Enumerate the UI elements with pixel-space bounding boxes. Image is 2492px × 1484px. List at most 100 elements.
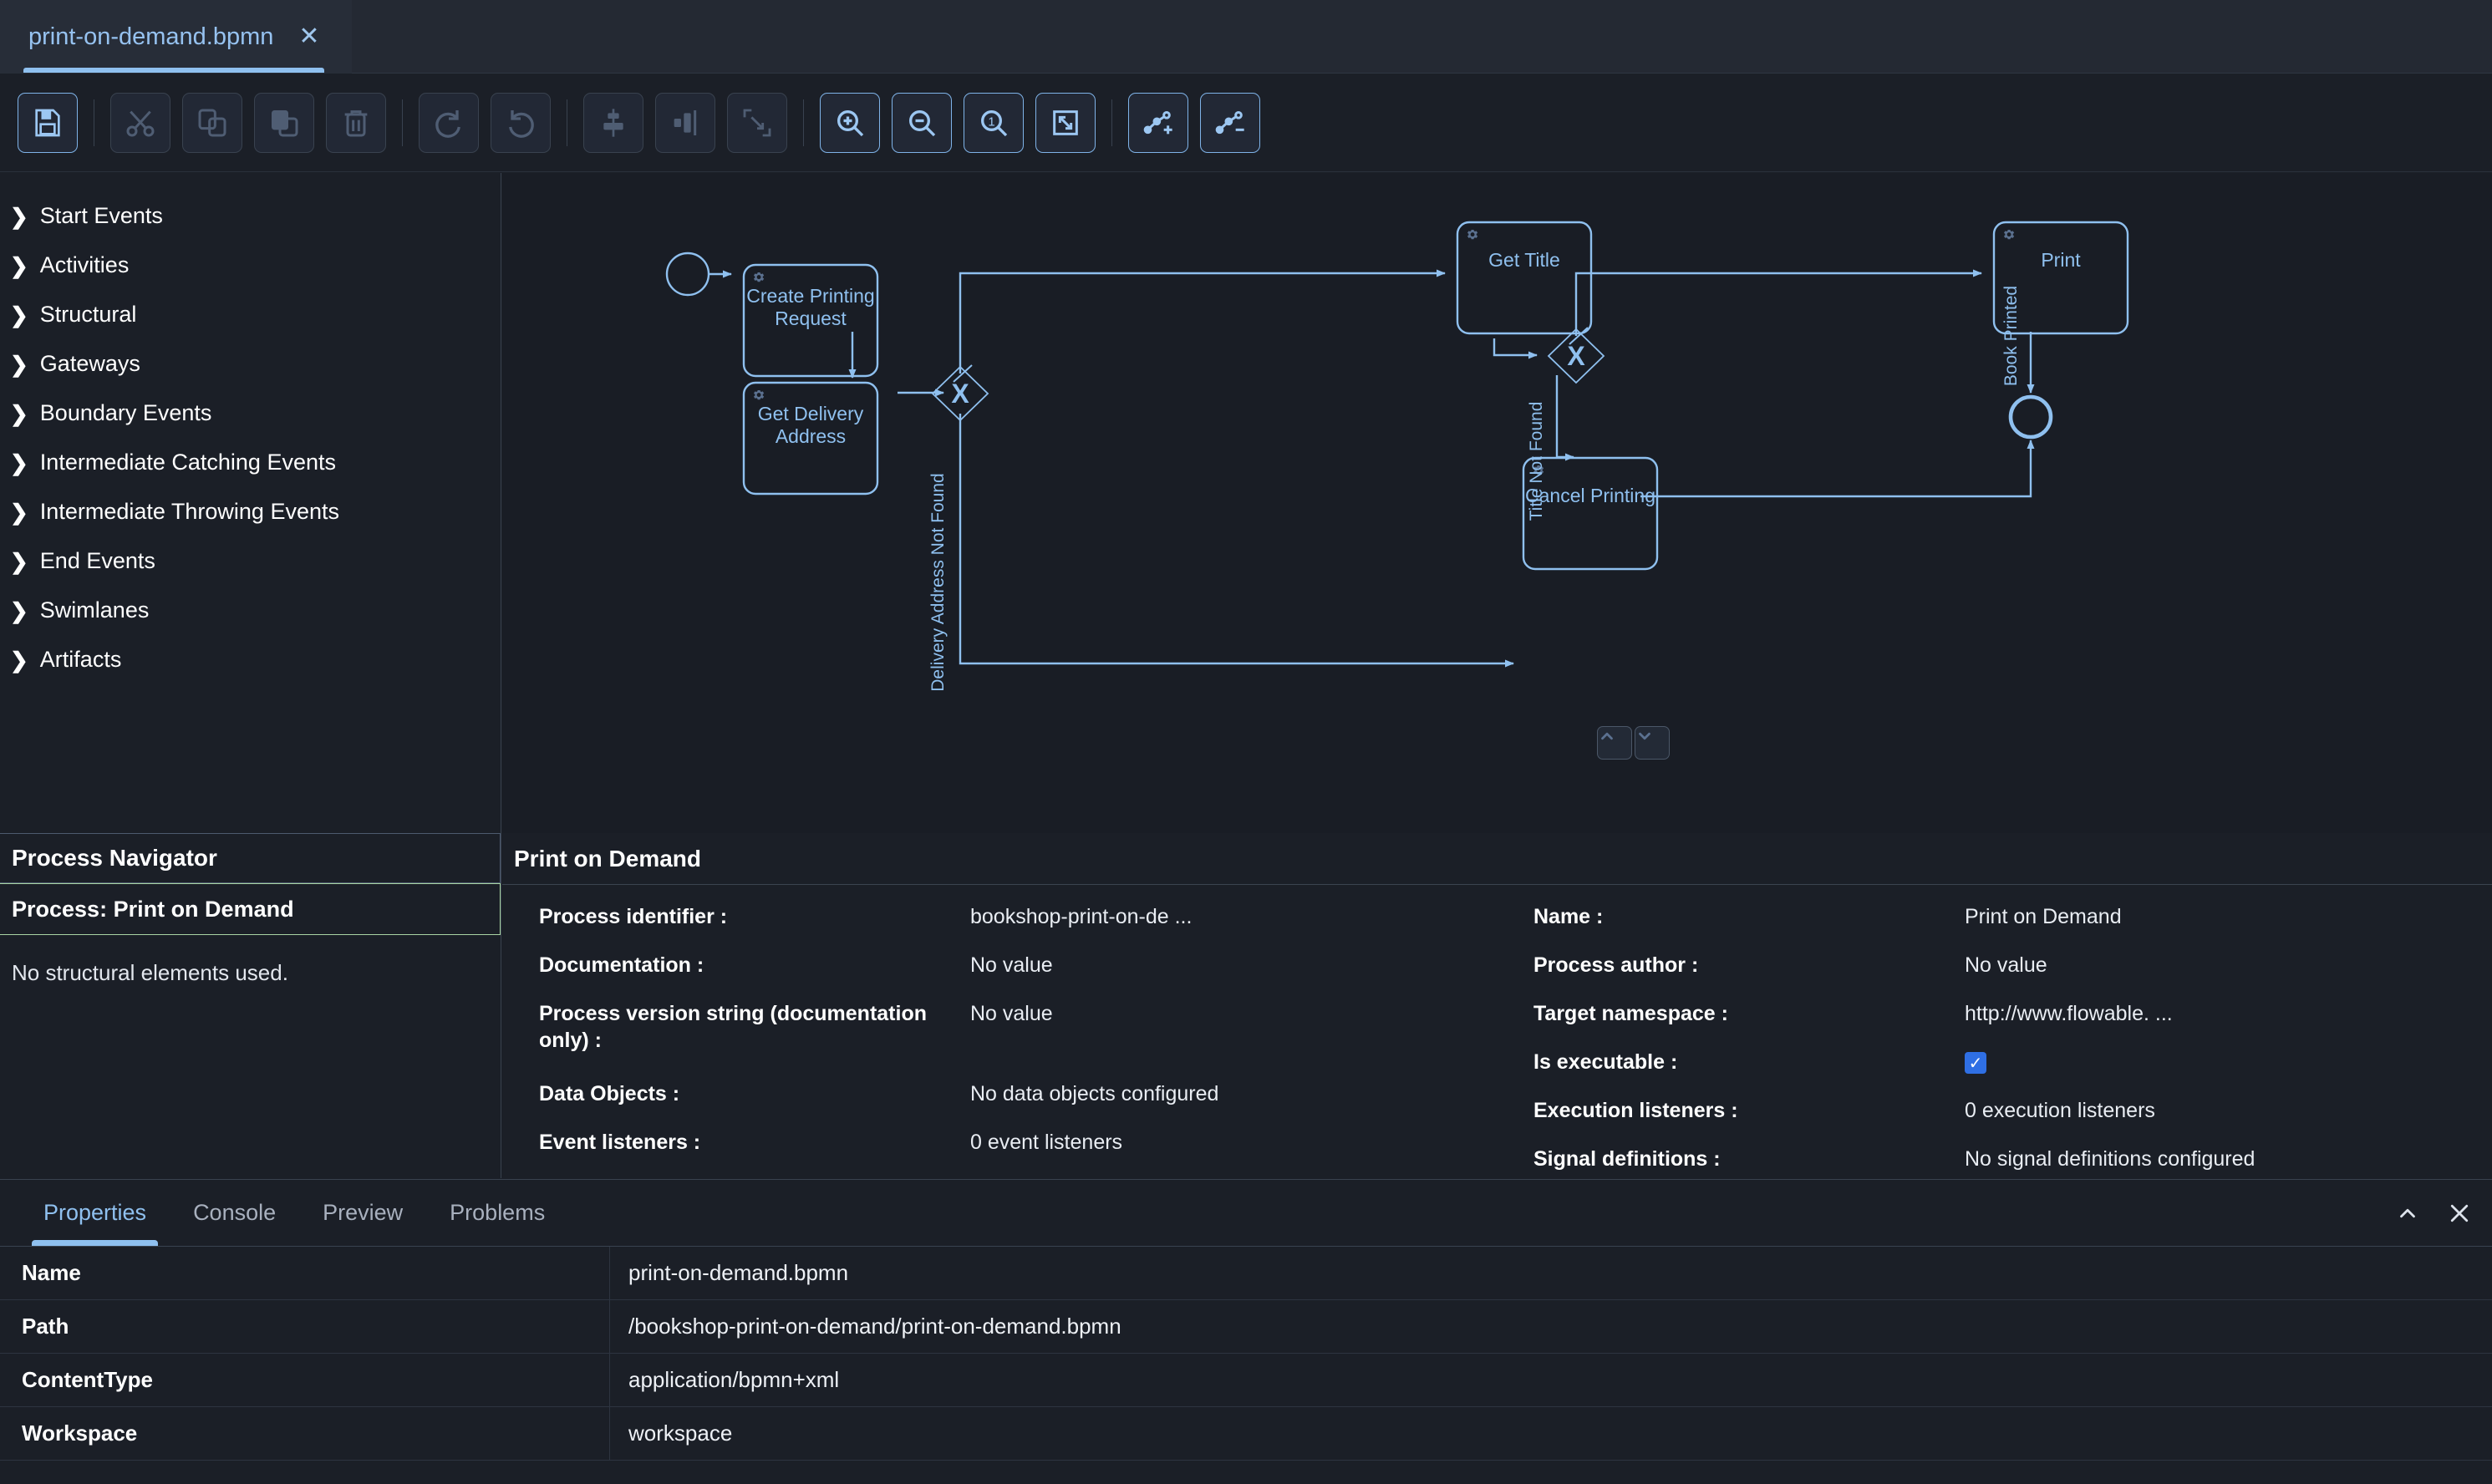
palette-item-label: Artifacts xyxy=(39,647,122,672)
property-value: No signal definitions configured xyxy=(1965,1147,2256,1171)
property-key: Target namespace : xyxy=(1533,1002,1728,1025)
svg-text:Get Title: Get Title xyxy=(1488,249,1560,271)
chevron-up-icon xyxy=(2400,1208,2415,1217)
palette-item-gateways[interactable]: ❯ Gateways xyxy=(0,339,501,389)
property-value: http://www.flowable. ... xyxy=(1965,1002,2173,1025)
chevron-right-icon: ❯ xyxy=(10,252,28,278)
element-properties-title: Print on Demand xyxy=(514,845,702,872)
table-row[interactable]: Name print-on-demand.bpmn xyxy=(0,1247,2492,1300)
table-cell-value: application/bpmn+xml xyxy=(628,1367,840,1392)
property-row-signal-definitions[interactable]: Signal definitions : No signal definitio… xyxy=(1497,1141,2491,1178)
property-row-documentation[interactable]: Documentation : No value xyxy=(502,947,1497,995)
delete-button[interactable] xyxy=(326,93,386,153)
process-navigator-header: Process Navigator xyxy=(0,833,501,883)
close-icon[interactable]: ✕ xyxy=(295,23,323,51)
palette-item-start-events[interactable]: ❯ Start Events xyxy=(0,191,501,241)
add-bendpoint-button[interactable] xyxy=(1128,93,1188,153)
align-horizontal-button[interactable] xyxy=(655,93,715,153)
gear-icon xyxy=(1467,230,1478,240)
palette-item-intermediate-catching-events[interactable]: ❯ Intermediate Catching Events xyxy=(0,438,501,487)
tab-problems[interactable]: Problems xyxy=(426,1180,568,1246)
property-row-name[interactable]: Name : Print on Demand xyxy=(1497,898,2491,947)
property-key: Process identifier : xyxy=(539,905,728,928)
table-row[interactable]: ContentType application/bpmn+xml xyxy=(0,1354,2492,1407)
toolbar-separator xyxy=(1111,99,1112,146)
property-row-process-version-string[interactable]: Process version string (documentation on… xyxy=(502,995,1497,1075)
tab-label: Console xyxy=(193,1200,277,1225)
cut-button[interactable] xyxy=(110,93,170,153)
process-navigator-title: Process Navigator xyxy=(12,845,217,871)
scroll-up-button[interactable] xyxy=(1597,726,1632,760)
paste-button[interactable] xyxy=(254,93,314,153)
palette-item-label: Gateways xyxy=(39,351,140,376)
close-panel-button[interactable] xyxy=(2447,1201,2472,1226)
property-key: Documentation : xyxy=(539,953,704,977)
tab-label: Preview xyxy=(323,1200,404,1225)
property-key: Execution listeners : xyxy=(1533,1099,1738,1122)
is-executable-checkbox[interactable]: ✓ xyxy=(1965,1052,1986,1074)
bpmn-start-event xyxy=(665,252,710,297)
property-row-process-author[interactable]: Process author : No value xyxy=(1497,947,2491,995)
palette-item-intermediate-throwing-events[interactable]: ❯ Intermediate Throwing Events xyxy=(0,487,501,536)
close-icon xyxy=(2450,1204,2469,1222)
align-vertical-button[interactable] xyxy=(583,93,643,153)
palette-item-end-events[interactable]: ❯ End Events xyxy=(0,536,501,586)
bpmn-flow-label-book-printed: Book Printed xyxy=(2001,286,2021,386)
palette-item-activities[interactable]: ❯ Activities xyxy=(0,241,501,290)
bpmn-diagram-canvas[interactable]: Create Printing Request Get Delivery Addre… xyxy=(502,173,2492,833)
remove-bendpoint-button[interactable] xyxy=(1200,93,1260,153)
property-value: No data objects configured xyxy=(970,1082,1219,1105)
editor-tab-print-on-demand[interactable]: print-on-demand.bpmn ✕ xyxy=(0,0,352,74)
process-navigator-selected-label: Process: Print on Demand xyxy=(12,896,294,922)
gear-icon xyxy=(753,272,765,282)
property-row-execution-listeners[interactable]: Execution listeners : 0 execution listen… xyxy=(1497,1092,2491,1141)
palette-item-label: Boundary Events xyxy=(39,400,212,425)
property-row-process-identifier[interactable]: Process identifier : bookshop-print-on-d… xyxy=(502,898,1497,947)
property-value: No value xyxy=(970,953,1053,977)
redo-button[interactable] xyxy=(419,93,479,153)
zoom-out-button[interactable] xyxy=(892,93,952,153)
svg-text:X: X xyxy=(951,379,969,409)
bottom-panel: Properties Console Preview Problems Name… xyxy=(0,1179,2492,1484)
palette-item-boundary-events[interactable]: ❯ Boundary Events xyxy=(0,389,501,438)
svg-text:X: X xyxy=(1567,341,1585,371)
save-button[interactable] xyxy=(18,93,78,153)
property-row-target-namespace[interactable]: Target namespace : http://www.flowable. … xyxy=(1497,995,2491,1044)
property-row-data-objects[interactable]: Data Objects : No data objects configure… xyxy=(502,1075,1497,1124)
editor-tab-active-indicator xyxy=(23,68,324,73)
property-key: Signal definitions : xyxy=(1533,1147,1721,1171)
element-properties-right-column: Name : Print on Demand Process author : … xyxy=(1497,898,2491,1178)
resize-diagonal-button[interactable] xyxy=(727,93,787,153)
undo-button[interactable] xyxy=(491,93,551,153)
zoom-fit-button[interactable] xyxy=(1035,93,1096,153)
palette-item-label: Start Events xyxy=(39,203,163,228)
zoom-actual-size-button[interactable]: 1 xyxy=(964,93,1024,153)
svg-text:Create PrintingRequest: Create Printing Request xyxy=(746,285,874,329)
table-row[interactable]: Workspace workspace xyxy=(0,1407,2492,1461)
tab-properties[interactable]: Properties xyxy=(20,1180,170,1246)
table-cell-key: Path xyxy=(0,1300,610,1353)
tab-label: Problems xyxy=(450,1200,546,1225)
palette-item-swimlanes[interactable]: ❯ Swimlanes xyxy=(0,586,501,635)
copy-button[interactable] xyxy=(182,93,242,153)
property-key: Event listeners : xyxy=(539,1131,701,1154)
table-row[interactable]: Path /bookshop-print-on-demand/print-on-… xyxy=(0,1300,2492,1354)
chevron-down-icon xyxy=(1639,732,1650,740)
palette-item-structural[interactable]: ❯ Structural xyxy=(0,290,501,339)
tab-console[interactable]: Console xyxy=(170,1180,299,1246)
palette-item-artifacts[interactable]: ❯ Artifacts xyxy=(0,635,501,684)
process-navigator-selected-item[interactable]: Process: Print on Demand xyxy=(0,883,501,935)
tab-preview[interactable]: Preview xyxy=(299,1180,426,1246)
toolbar-separator xyxy=(803,99,804,146)
table-cell-key: Name xyxy=(0,1247,610,1299)
property-key: Process version string (documentation on… xyxy=(539,1002,927,1052)
property-row-event-listeners[interactable]: Event listeners : 0 event listeners xyxy=(502,1124,1497,1172)
bpmn-end-event xyxy=(2008,394,2053,440)
property-value: No value xyxy=(970,1002,1053,1025)
collapse-panel-button[interactable] xyxy=(2395,1201,2420,1226)
scroll-down-button[interactable] xyxy=(1635,726,1670,760)
zoom-in-button[interactable] xyxy=(820,93,880,153)
process-navigator-panel: Process Navigator Process: Print on Dema… xyxy=(0,833,501,1178)
chevron-right-icon: ❯ xyxy=(10,302,28,328)
property-row-is-executable[interactable]: Is executable : ✓ xyxy=(1497,1044,2491,1092)
